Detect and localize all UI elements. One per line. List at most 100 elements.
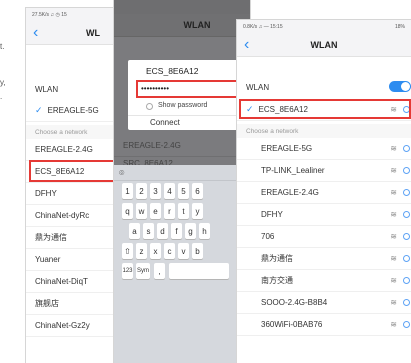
connect-button[interactable]: Connect xyxy=(150,118,180,127)
key[interactable]: c xyxy=(164,243,175,259)
network-row[interactable]: 鼎为通信 ≋ xyxy=(237,248,411,270)
key[interactable]: 4 xyxy=(164,183,175,199)
key[interactable]: z xyxy=(136,243,147,259)
key[interactable]: h xyxy=(199,223,210,239)
key[interactable]: a xyxy=(129,223,140,239)
space-key[interactable] xyxy=(169,263,229,279)
page-title: WLAN xyxy=(310,40,338,50)
key[interactable]: x xyxy=(150,243,161,259)
wifi-signal-icon: ≋ xyxy=(390,144,397,153)
network-name: ChinaNet-dyRc xyxy=(35,211,90,220)
info-icon[interactable] xyxy=(403,321,410,328)
key[interactable]: q xyxy=(122,203,133,219)
key[interactable]: v xyxy=(178,243,189,259)
key[interactable]: 3 xyxy=(150,183,161,199)
page-title: WLAN xyxy=(183,20,211,30)
network-name: Yuaner xyxy=(35,255,61,264)
network-name: 鼎为通信 xyxy=(261,254,293,263)
caption-fragment-2: y, xyxy=(0,78,6,87)
caption-fragment-3: . xyxy=(0,92,3,101)
key[interactable]: 6 xyxy=(192,183,203,199)
network-name: SOOO-2.4G-B8B4 xyxy=(261,298,328,307)
wlan-row[interactable]: WLAN xyxy=(237,76,411,98)
nav-bar: ‹ WLAN xyxy=(237,34,411,57)
network-name: 鼎为通信 xyxy=(35,233,67,242)
key[interactable]: y xyxy=(192,203,203,219)
keyboard: ⌾ 1 2 3 4 5 6 q w e r t y a s d f g h ⇧ … xyxy=(114,165,250,363)
network-name: EREAGLE-2.4G xyxy=(261,188,319,197)
info-icon[interactable] xyxy=(403,277,410,284)
wlan-toggle[interactable] xyxy=(389,81,411,92)
info-icon[interactable] xyxy=(403,255,410,262)
nav-bar: WLAN xyxy=(114,14,250,37)
network-row[interactable]: 360WiFi-0BAB76 ≋ xyxy=(237,314,411,336)
network-row[interactable]: EREAGLE-5G ≋ xyxy=(237,138,411,160)
shift-key-icon[interactable]: ⇧ xyxy=(122,243,133,259)
key[interactable]: t xyxy=(178,203,189,219)
info-icon[interactable] xyxy=(403,189,410,196)
show-password-checkbox[interactable] xyxy=(146,103,153,110)
key[interactable]: d xyxy=(157,223,168,239)
phone-screen-3: 0.8K/s ♫ — 15:15 18% ‹ WLAN WLAN ✓ ECS_8… xyxy=(237,20,411,363)
wifi-signal-icon: ≋ xyxy=(390,210,397,219)
info-icon[interactable] xyxy=(403,167,410,174)
back-chevron-icon[interactable]: ‹ xyxy=(33,25,38,41)
highlight-box xyxy=(136,80,250,98)
key[interactable]: g xyxy=(185,223,196,239)
wlan-label: WLAN xyxy=(246,82,270,92)
network-name: EREAGLE-2.4G xyxy=(123,141,181,150)
status-bar: 0.8K/s ♫ — 15:15 18% xyxy=(237,20,411,34)
key[interactable]: r xyxy=(164,203,175,219)
network-name: ChinaNet-DiqT xyxy=(35,277,88,286)
password-dialog: ECS_8E6A12 •••••••••• Show password Conn… xyxy=(128,60,250,130)
wifi-signal-icon: ≋ xyxy=(390,232,397,241)
wifi-signal-icon: ≋ xyxy=(390,254,397,263)
info-icon[interactable] xyxy=(403,233,410,240)
info-icon[interactable] xyxy=(403,145,410,152)
network-name: 360WiFi-0BAB76 xyxy=(261,320,323,329)
network-name: 706 xyxy=(261,232,275,241)
wifi-signal-icon: ≋ xyxy=(390,276,397,285)
network-row[interactable]: TP-LINK_Lealiner ≋ xyxy=(237,160,411,182)
wifi-signal-icon: ≋ xyxy=(390,188,397,197)
network-row[interactable]: EREAGLE-2.4G ≋ xyxy=(237,182,411,204)
network-name: EREAGLE-2.4G xyxy=(35,145,93,154)
network-row[interactable]: 南方交通 ≋ xyxy=(237,270,411,292)
key[interactable]: e xyxy=(150,203,161,219)
dialog-divider xyxy=(128,115,250,116)
network-name: ChinaNet-Gz2y xyxy=(35,321,90,330)
network-name: 南方交通 xyxy=(261,276,293,285)
network-name: 旗舰店 xyxy=(35,299,59,308)
highlight-box xyxy=(239,99,411,119)
network-row[interactable]: 706 ≋ xyxy=(237,226,411,248)
show-password-label[interactable]: Show password xyxy=(158,102,207,109)
caption-fragment-1: t. xyxy=(0,42,5,51)
info-icon[interactable] xyxy=(403,211,410,218)
network-name: DFHY xyxy=(35,189,57,198)
keyboard-top-divider xyxy=(114,180,250,181)
comma-key[interactable]: , xyxy=(154,263,165,279)
wlan-label: WLAN xyxy=(35,84,59,94)
wifi-signal-icon: ≋ xyxy=(390,166,397,175)
status-left: 0.8K/s ♫ — 15:15 xyxy=(243,24,283,30)
key[interactable]: b xyxy=(192,243,203,259)
info-icon[interactable] xyxy=(403,299,410,306)
symbols-key[interactable]: Sym xyxy=(136,263,150,279)
network-name: EREAGLE-5G xyxy=(47,106,99,115)
key[interactable]: f xyxy=(171,223,182,239)
check-icon: ✓ xyxy=(35,105,43,115)
section-header: Choose a network xyxy=(237,124,411,138)
key[interactable]: w xyxy=(136,203,147,219)
network-row: EREAGLE-2.4G xyxy=(114,135,250,157)
key[interactable]: s xyxy=(143,223,154,239)
wifi-signal-icon: ≋ xyxy=(390,320,397,329)
network-row[interactable]: DFHY ≋ xyxy=(237,204,411,226)
status-text: 27.5K/s ♫ ◷ 15 xyxy=(32,12,67,18)
clipboard-icon[interactable]: ⌾ xyxy=(119,168,124,179)
key[interactable]: 1 xyxy=(122,183,133,199)
network-row[interactable]: SOOO-2.4G-B8B4 ≋ xyxy=(237,292,411,314)
key[interactable]: 2 xyxy=(136,183,147,199)
key[interactable]: 5 xyxy=(178,183,189,199)
wifi-signal-icon: ≋ xyxy=(390,298,397,307)
numbers-key[interactable]: 123 xyxy=(122,263,133,279)
